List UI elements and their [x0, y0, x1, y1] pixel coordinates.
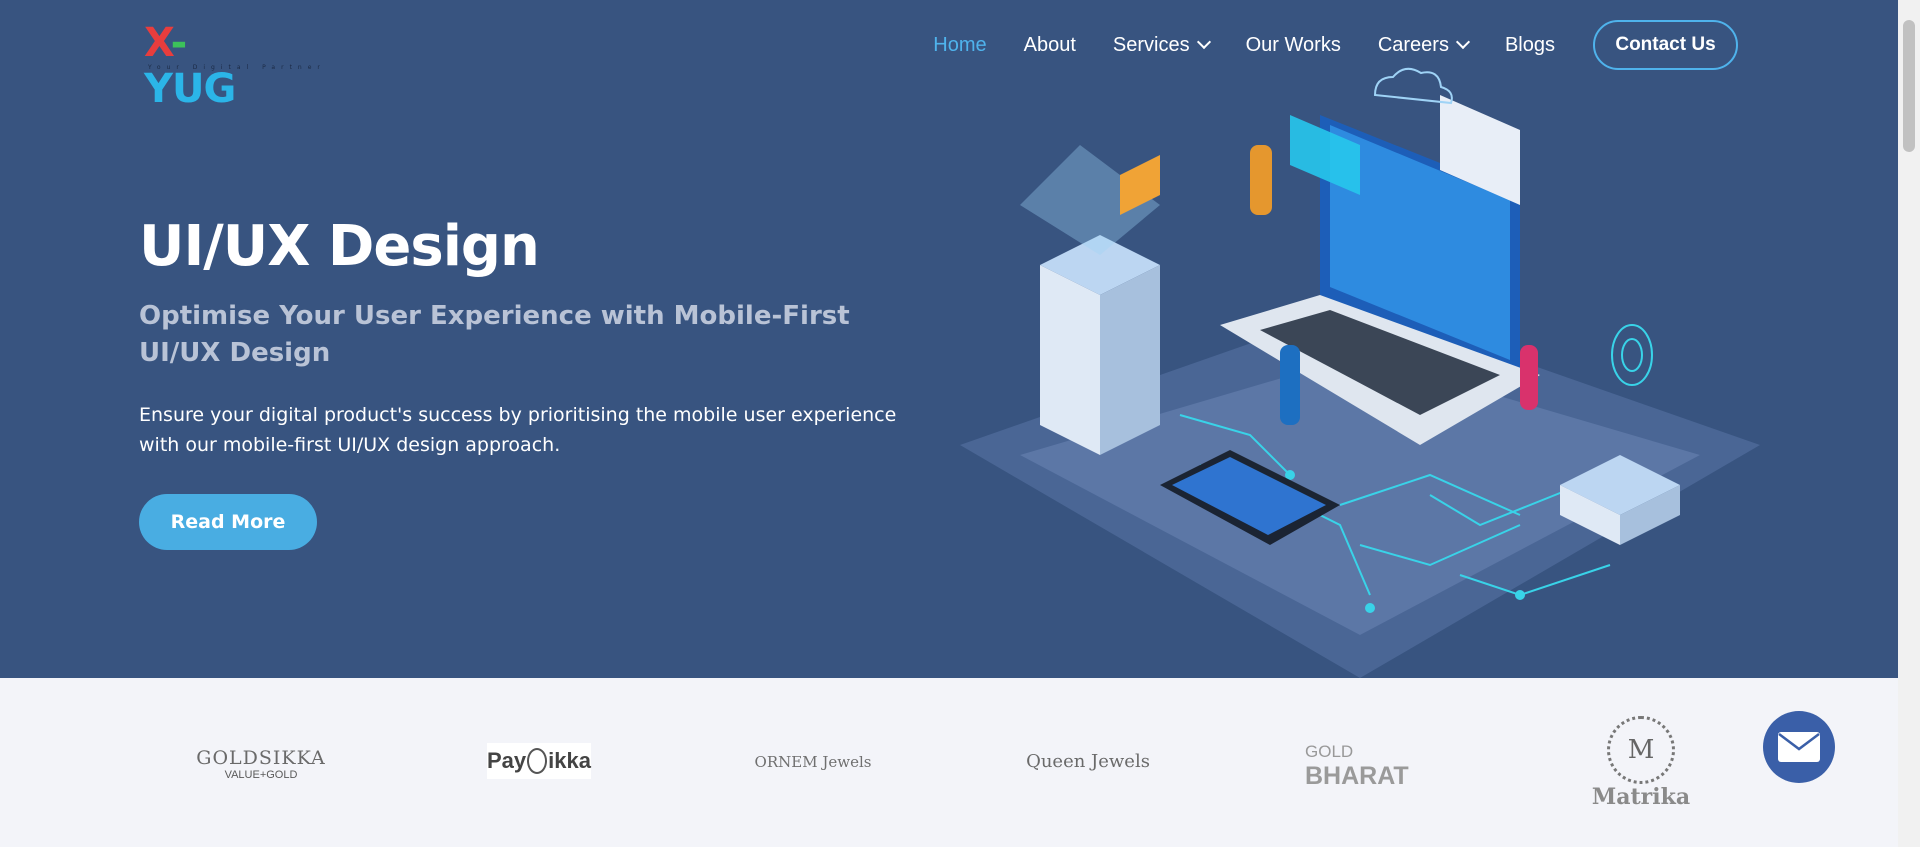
client-logo-goldsikka: GOLDSIKKA VALUE+GOLD — [196, 747, 326, 781]
site-logo[interactable]: X-YUG Your Digital Partner — [144, 20, 320, 112]
client-logo-matrika: M Matrika — [1590, 713, 1692, 813]
read-more-button[interactable]: Read More — [139, 494, 317, 550]
client-logo-queen-jewels: Queen Jewels — [1026, 750, 1150, 772]
hero-title: UI/UX Design — [139, 214, 540, 279]
client-logos-strip: GOLDSIKKA VALUE+GOLD Pay ikka ORNEM Jewe… — [0, 678, 1898, 847]
hero-description: Ensure your digital product's success by… — [139, 404, 897, 456]
coin-icon — [527, 748, 548, 774]
page-scrollbar[interactable] — [1898, 0, 1920, 847]
nav-blogs[interactable]: Blogs — [1505, 34, 1555, 57]
logo-tagline: Your Digital Partner — [148, 64, 326, 71]
client-logo-paysikka: Pay ikka — [487, 743, 591, 779]
nav-careers[interactable]: Careers — [1378, 34, 1471, 57]
mail-icon — [1778, 732, 1820, 762]
chevron-down-icon — [1455, 34, 1471, 50]
client-logo-ornem-jewels: ORNEM Jewels — [754, 753, 872, 771]
nav-our-works[interactable]: Our Works — [1246, 34, 1341, 57]
nav-services[interactable]: Services — [1113, 34, 1211, 57]
hero-subtitle: Optimise Your User Experience with Mobil… — [139, 301, 850, 368]
hero-illustration — [960, 67, 1760, 678]
matrika-emblem-icon: M — [1607, 716, 1675, 784]
mail-button[interactable] — [1763, 711, 1835, 783]
hero-section: X-YUG Your Digital Partner Home About Se… — [0, 0, 1898, 678]
nav-home[interactable]: Home — [933, 34, 986, 57]
nav-about[interactable]: About — [1024, 34, 1076, 57]
scrollbar-thumb[interactable] — [1903, 20, 1915, 152]
wifi-icon — [1611, 324, 1653, 386]
client-logo-gold-bharat: GOLD BHARAT — [1305, 741, 1409, 790]
chevron-down-icon — [1196, 34, 1211, 50]
